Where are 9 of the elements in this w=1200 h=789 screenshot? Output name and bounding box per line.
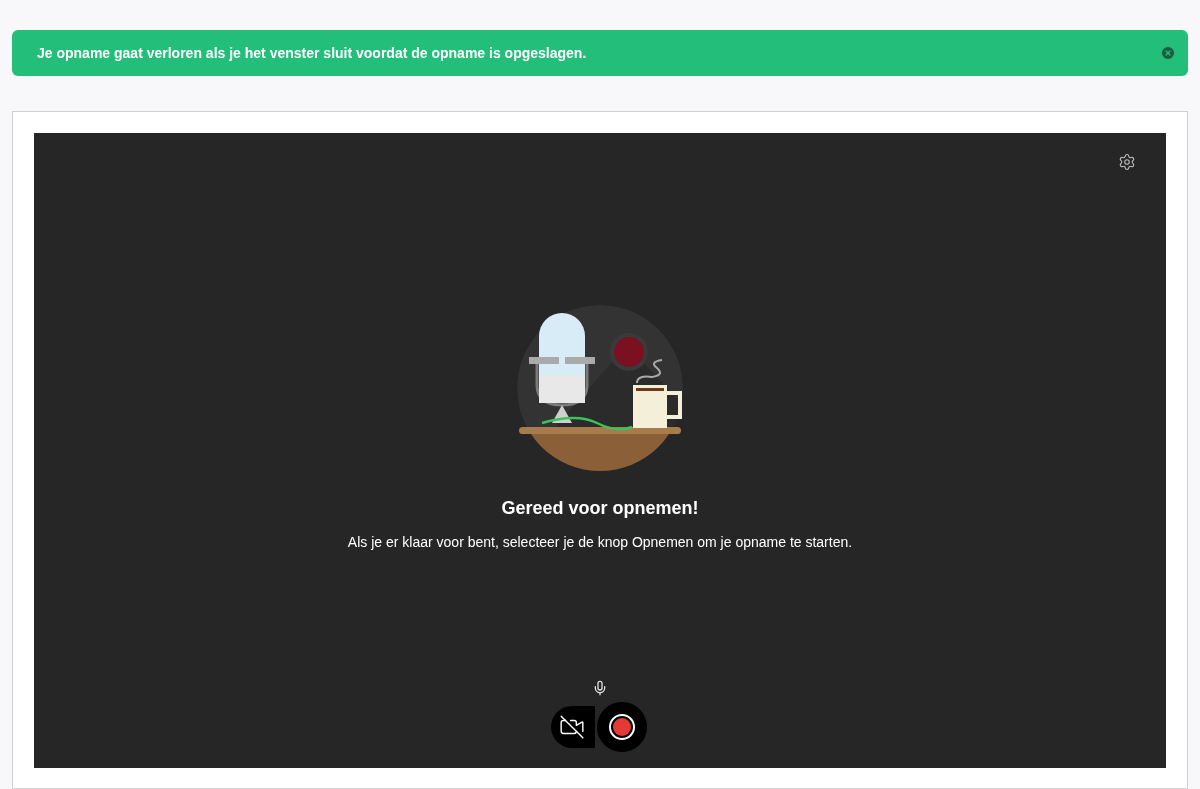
microphone-icon xyxy=(592,680,608,696)
record-icon xyxy=(609,714,635,740)
banner-message: Je opname gaat verloren als je het venster sluit voordat de opname is opgeslagen. xyxy=(37,43,587,63)
camera-toggle-button[interactable] xyxy=(551,706,595,748)
ready-title: Gereed voor opnemen! xyxy=(501,497,699,520)
close-button[interactable] xyxy=(1160,45,1176,61)
settings-icon[interactable] xyxy=(1118,153,1136,171)
ready-instructions: Als je er klaar voor bent, selecteer je de knop Opnemen om je opname te starten. xyxy=(347,533,853,552)
video-camera-off-icon xyxy=(559,714,585,740)
